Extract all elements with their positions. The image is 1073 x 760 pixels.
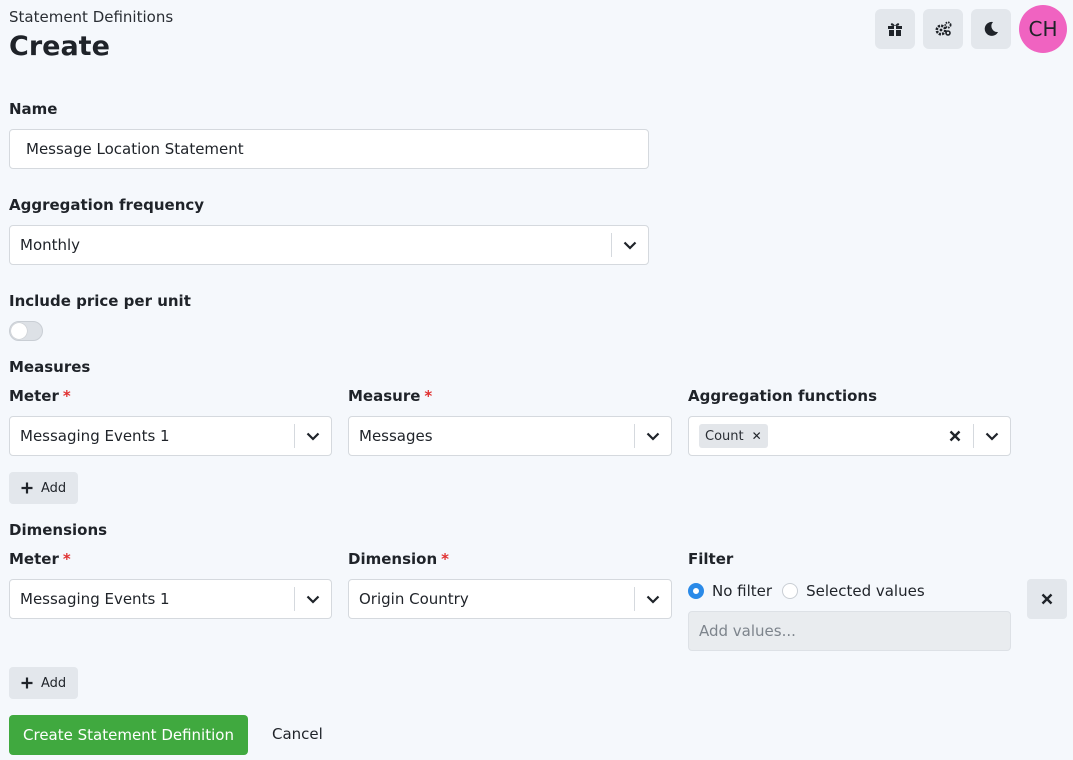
radio-selected-icon[interactable]	[688, 583, 704, 599]
plus-icon	[21, 677, 33, 689]
frequency-select[interactable]: Monthly	[9, 225, 649, 265]
measure-select[interactable]: Messages	[348, 416, 672, 456]
aggregation-functions-select[interactable]: Count ✕	[688, 416, 1011, 456]
filter-label: Filter	[688, 550, 734, 568]
chevron-down-icon[interactable]	[974, 417, 1010, 455]
toggle-knob	[11, 323, 27, 339]
create-statement-definition-button[interactable]: Create Statement Definition	[9, 715, 248, 755]
name-label: Name	[9, 100, 58, 118]
settings-button[interactable]	[923, 9, 963, 49]
filter-values-input[interactable]: Add values...	[688, 611, 1011, 651]
price-per-unit-label: Include price per unit	[9, 292, 191, 310]
chevron-down-icon[interactable]	[295, 417, 331, 455]
dimensions-meter-label: Meter *	[9, 550, 71, 568]
chevron-down-icon[interactable]	[635, 580, 671, 618]
chevron-down-icon[interactable]	[635, 417, 671, 455]
dimension-label: Dimension *	[348, 550, 449, 568]
frequency-label: Aggregation frequency	[9, 196, 205, 214]
chevron-down-icon[interactable]	[612, 226, 648, 264]
radio-selected-values-label: Selected values	[806, 582, 925, 600]
dimension-select[interactable]: Origin Country	[348, 579, 672, 619]
page-title: Create	[9, 31, 110, 62]
plus-icon	[21, 482, 33, 494]
radio-no-filter[interactable]: No filter	[688, 582, 772, 600]
required-mark: *	[424, 387, 433, 405]
required-mark: *	[62, 550, 71, 568]
required-mark: *	[441, 550, 449, 568]
measures-meter-label: Meter *	[9, 387, 71, 405]
dimensions-title: Dimensions	[9, 521, 108, 539]
name-input[interactable]: Message Location Statement	[9, 129, 649, 169]
filter-radio-group: No filter Selected values	[688, 582, 925, 600]
add-measure-button[interactable]: Add	[9, 472, 79, 504]
frequency-value: Monthly	[20, 236, 81, 254]
remove-dimension-button[interactable]	[1027, 579, 1067, 619]
chip-count: Count ✕	[699, 424, 768, 448]
theme-toggle-button[interactable]	[971, 9, 1011, 49]
moon-icon	[984, 21, 998, 36]
add-label: Add	[41, 480, 67, 496]
breadcrumb[interactable]: Statement Definitions	[9, 8, 173, 26]
dimensions-meter-value: Messaging Events 1	[20, 590, 170, 608]
measure-label: Measure *	[348, 387, 433, 405]
dimensions-meter-select[interactable]: Messaging Events 1	[9, 579, 332, 619]
radio-unselected-icon[interactable]	[782, 583, 799, 599]
add-dimension-button[interactable]: Add	[9, 667, 79, 699]
measures-meter-value: Messaging Events 1	[20, 427, 170, 445]
radio-selected-values[interactable]: Selected values	[782, 582, 925, 600]
cancel-button[interactable]: Cancel	[272, 725, 323, 743]
chip-remove-icon[interactable]: ✕	[752, 429, 762, 443]
add-label: Add	[41, 675, 67, 691]
settings-icon	[935, 21, 952, 36]
required-mark: *	[62, 387, 71, 405]
measures-meter-select[interactable]: Messaging Events 1	[9, 416, 332, 456]
chevron-down-icon[interactable]	[295, 580, 331, 618]
gift-button[interactable]	[875, 9, 915, 49]
radio-no-filter-label: No filter	[712, 582, 773, 600]
measures-title: Measures	[9, 358, 91, 376]
gift-icon	[888, 23, 902, 36]
dimension-value: Origin Country	[359, 590, 469, 608]
aggregation-functions-label: Aggregation functions	[688, 387, 878, 405]
price-per-unit-toggle[interactable]	[9, 321, 43, 341]
measure-value: Messages	[359, 427, 433, 445]
avatar[interactable]: CH	[1019, 5, 1067, 53]
clear-icon[interactable]	[937, 417, 973, 455]
chip-label: Count	[705, 428, 744, 444]
close-icon	[1041, 593, 1053, 605]
